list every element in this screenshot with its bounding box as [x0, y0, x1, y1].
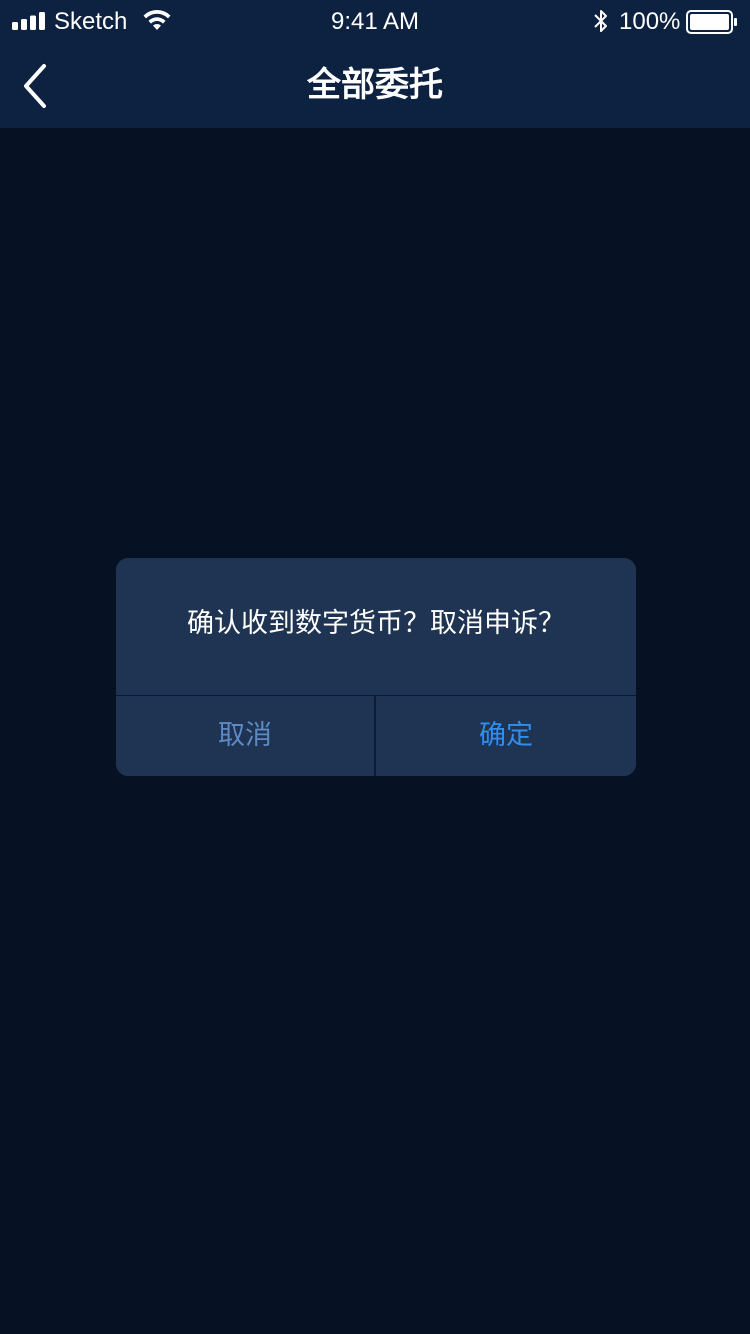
confirm-dialog: 确认收到数字货币？取消申诉？ 取消 确定: [116, 558, 636, 776]
page-title: 全部委托: [307, 65, 443, 105]
battery-icon: [686, 10, 737, 34]
confirm-button[interactable]: 确定: [376, 696, 636, 776]
navigation-bar: 全部委托: [0, 44, 750, 128]
dialog-message: 确认收到数字货币？取消申诉？: [187, 608, 565, 639]
cancel-button[interactable]: 取消: [116, 696, 374, 776]
screen: Sketch 9:41 AM 100% 全部委托 确认收到数字货币？取消申诉？ …: [0, 0, 750, 1334]
bluetooth-icon: [594, 10, 607, 32]
status-bar: Sketch 9:41 AM 100%: [0, 0, 750, 44]
battery-percent: 100%: [619, 8, 681, 35]
